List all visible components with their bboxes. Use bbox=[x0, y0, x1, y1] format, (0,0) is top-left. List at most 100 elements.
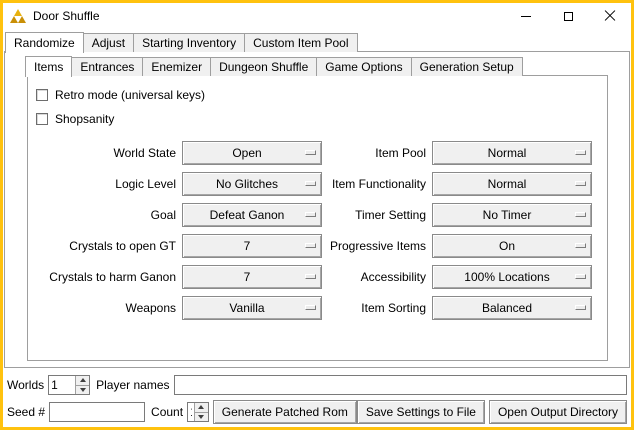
dropdown-indicator-icon bbox=[575, 243, 586, 248]
action-row: Seed # Count Generate Patched Rom Save S… bbox=[7, 400, 627, 424]
main-tab-bar: Randomize Adjust Starting Inventory Cust… bbox=[5, 31, 357, 52]
worlds-label: Worlds bbox=[7, 378, 44, 392]
shopsanity-checkbox[interactable]: Shopsanity bbox=[36, 107, 607, 131]
crystals-open-gt-dropdown[interactable]: 7 bbox=[182, 234, 322, 258]
field-row: Goal Defeat Ganon Timer Setting No Timer bbox=[28, 199, 607, 230]
checkbox-icon bbox=[36, 89, 48, 101]
count-down-button[interactable] bbox=[195, 412, 208, 422]
window-controls bbox=[505, 3, 631, 29]
arrow-up-icon bbox=[198, 405, 204, 409]
dropdown-indicator-icon bbox=[575, 181, 586, 186]
count-up-button[interactable] bbox=[195, 403, 208, 412]
shopsanity-label: Shopsanity bbox=[55, 112, 114, 126]
crystals-harm-ganon-label: Crystals to harm Ganon bbox=[30, 270, 182, 284]
item-functionality-label: Item Functionality bbox=[322, 177, 432, 191]
weapons-dropdown[interactable]: Vanilla bbox=[182, 296, 322, 320]
seed-label: Seed # bbox=[7, 405, 45, 419]
field-row: Crystals to open GT 7 Progressive Items … bbox=[28, 230, 607, 261]
timer-setting-label: Timer Setting bbox=[322, 208, 432, 222]
crystals-harm-ganon-dropdown[interactable]: 7 bbox=[182, 265, 322, 289]
field-row: Logic Level No Glitches Item Functionali… bbox=[28, 168, 607, 199]
app-icon bbox=[10, 8, 26, 24]
weapons-value: Vanilla bbox=[229, 301, 274, 315]
arrow-up-icon bbox=[80, 378, 86, 382]
multiworld-row: Worlds Player names bbox=[7, 374, 627, 396]
goal-label: Goal bbox=[30, 208, 182, 222]
item-sorting-dropdown[interactable]: Balanced bbox=[432, 296, 592, 320]
titlebar: Door Shuffle bbox=[3, 3, 631, 29]
goal-dropdown[interactable]: Defeat Ganon bbox=[182, 203, 322, 227]
progressive-items-dropdown[interactable]: On bbox=[432, 234, 592, 258]
player-names-label: Player names bbox=[96, 378, 169, 392]
tab-items[interactable]: Items bbox=[25, 56, 72, 77]
field-row: Crystals to harm Ganon 7 Accessibility 1… bbox=[28, 261, 607, 292]
tab-custom-item-pool[interactable]: Custom Item Pool bbox=[244, 33, 357, 52]
dropdown-indicator-icon bbox=[305, 212, 316, 217]
maximize-icon bbox=[564, 12, 573, 21]
window-title: Door Shuffle bbox=[33, 9, 100, 23]
retro-mode-label: Retro mode (universal keys) bbox=[55, 88, 205, 102]
player-names-input[interactable] bbox=[174, 375, 628, 395]
dropdown-indicator-icon bbox=[575, 150, 586, 155]
dropdown-indicator-icon bbox=[575, 212, 586, 217]
item-pool-label: Item Pool bbox=[322, 146, 432, 160]
minimize-button[interactable] bbox=[505, 3, 547, 29]
weapons-label: Weapons bbox=[30, 301, 182, 315]
dropdown-indicator-icon bbox=[305, 150, 316, 155]
count-stepper-arrows bbox=[194, 403, 208, 421]
worlds-up-button[interactable] bbox=[76, 376, 89, 385]
randomize-page: Items Entrances Enemizer Dungeon Shuffle… bbox=[4, 51, 630, 368]
item-functionality-value: Normal bbox=[488, 177, 537, 191]
tab-generation-setup[interactable]: Generation Setup bbox=[411, 57, 523, 76]
timer-setting-value: No Timer bbox=[483, 208, 542, 222]
item-pool-value: Normal bbox=[488, 146, 537, 160]
crystals-harm-ganon-value: 7 bbox=[244, 270, 261, 284]
tab-game-options[interactable]: Game Options bbox=[316, 57, 411, 76]
generate-patched-rom-button[interactable]: Generate Patched Rom bbox=[213, 400, 357, 424]
worlds-input[interactable] bbox=[49, 376, 75, 394]
tab-dungeon-shuffle[interactable]: Dungeon Shuffle bbox=[210, 57, 317, 76]
retro-mode-checkbox[interactable]: Retro mode (universal keys) bbox=[36, 83, 607, 107]
dropdown-indicator-icon bbox=[575, 274, 586, 279]
logic-level-value: No Glitches bbox=[216, 177, 288, 191]
crystals-open-gt-value: 7 bbox=[244, 239, 261, 253]
open-output-directory-button[interactable]: Open Output Directory bbox=[489, 400, 627, 424]
goal-value: Defeat Ganon bbox=[210, 208, 295, 222]
accessibility-value: 100% Locations bbox=[464, 270, 559, 284]
world-state-label: World State bbox=[30, 146, 182, 160]
close-button[interactable] bbox=[589, 3, 631, 29]
worlds-stepper[interactable] bbox=[48, 375, 90, 395]
tab-starting-inventory[interactable]: Starting Inventory bbox=[133, 33, 245, 52]
close-icon bbox=[604, 10, 616, 22]
item-pool-dropdown[interactable]: Normal bbox=[432, 141, 592, 165]
sub-tab-bar: Items Entrances Enemizer Dungeon Shuffle… bbox=[25, 55, 522, 76]
logic-level-dropdown[interactable]: No Glitches bbox=[182, 172, 322, 196]
save-settings-button[interactable]: Save Settings to File bbox=[357, 400, 485, 424]
worlds-down-button[interactable] bbox=[76, 385, 89, 395]
checkbox-area: Retro mode (universal keys) Shopsanity bbox=[28, 76, 607, 131]
items-page: Retro mode (universal keys) Shopsanity W… bbox=[27, 75, 608, 361]
accessibility-label: Accessibility bbox=[322, 270, 432, 284]
item-sorting-value: Balanced bbox=[482, 301, 542, 315]
dropdown-indicator-icon bbox=[575, 305, 586, 310]
accessibility-dropdown[interactable]: 100% Locations bbox=[432, 265, 592, 289]
arrow-down-icon bbox=[80, 388, 86, 392]
timer-setting-dropdown[interactable]: No Timer bbox=[432, 203, 592, 227]
tab-randomize[interactable]: Randomize bbox=[5, 32, 84, 53]
count-stepper[interactable] bbox=[187, 402, 209, 422]
tab-enemizer[interactable]: Enemizer bbox=[142, 57, 211, 76]
field-row: World State Open Item Pool Normal bbox=[28, 137, 607, 168]
dropdown-indicator-icon bbox=[305, 243, 316, 248]
count-label: Count bbox=[151, 405, 183, 419]
item-sorting-label: Item Sorting bbox=[322, 301, 432, 315]
tab-adjust[interactable]: Adjust bbox=[83, 33, 134, 52]
door-shuffle-window: Door Shuffle Randomize Adjust Starting I… bbox=[0, 0, 634, 430]
maximize-button[interactable] bbox=[547, 3, 589, 29]
world-state-dropdown[interactable]: Open bbox=[182, 141, 322, 165]
tab-entrances[interactable]: Entrances bbox=[71, 57, 143, 76]
dropdown-indicator-icon bbox=[305, 274, 316, 279]
seed-input[interactable] bbox=[49, 402, 145, 422]
progressive-items-value: On bbox=[499, 239, 525, 253]
crystals-open-gt-label: Crystals to open GT bbox=[30, 239, 182, 253]
item-functionality-dropdown[interactable]: Normal bbox=[432, 172, 592, 196]
